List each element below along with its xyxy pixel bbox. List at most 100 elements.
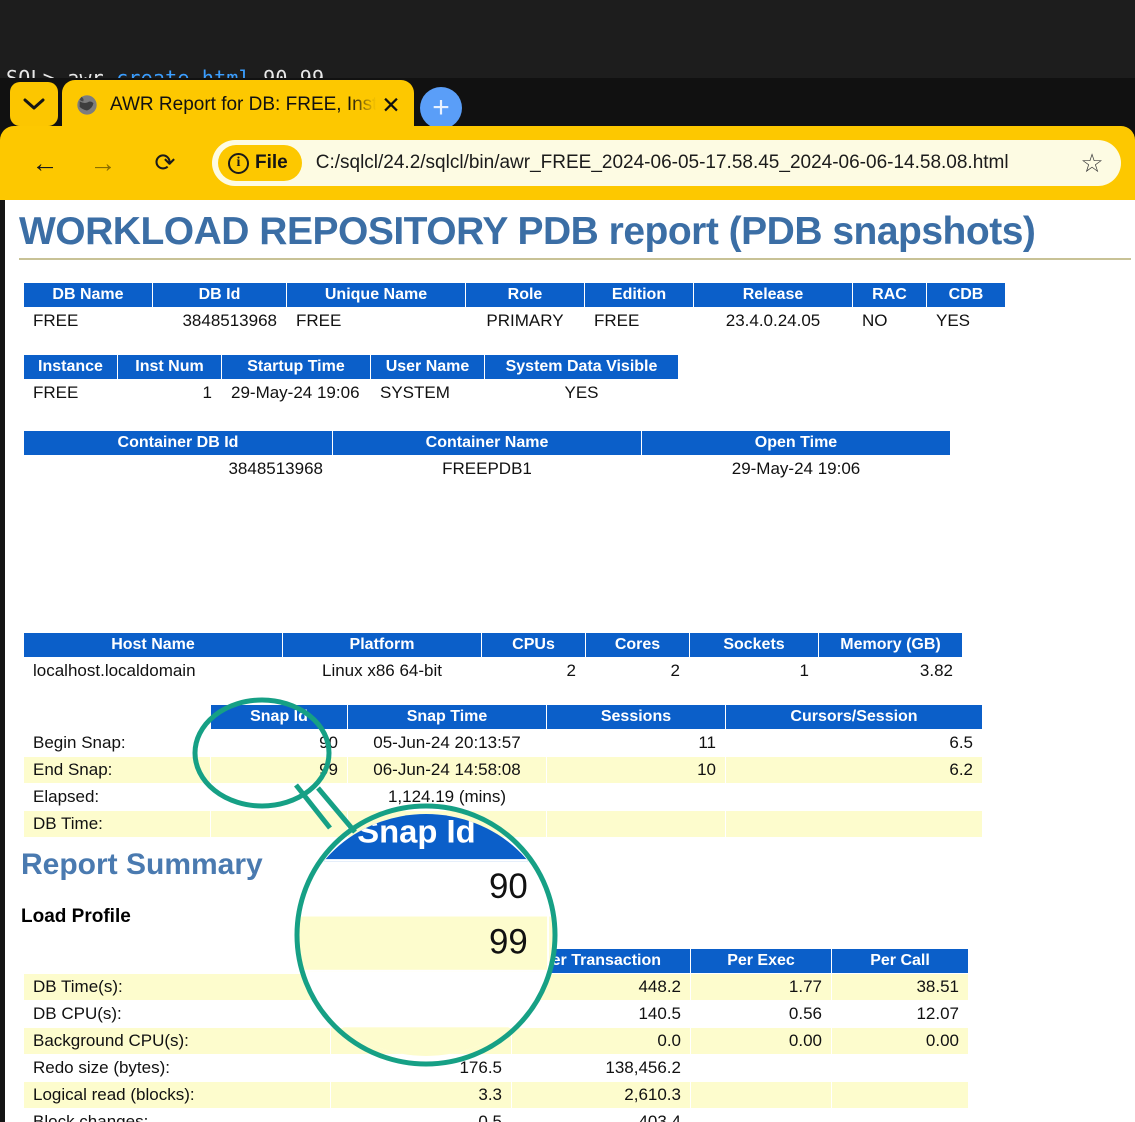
column-header: Per Exec (690, 948, 832, 974)
page-viewport: WORKLOAD REPOSITORY PDB report (PDB snap… (0, 200, 1135, 1122)
column-header: Startup Time (221, 354, 371, 380)
table-cell: 138,456.2 (511, 1054, 691, 1082)
close-tab-icon[interactable]: ✕ (378, 92, 404, 118)
terminal-output: SQL> awr create html 90 99 Report writte… (0, 0, 1135, 177)
bookmark-star-icon[interactable]: ☆ (1071, 148, 1113, 179)
table-row (297, 1025, 555, 1056)
container-info-table-block: Container DB Id Container Name Open Time 3… (23, 430, 951, 483)
title-divider (19, 258, 1131, 260)
table-cell: Block changes: (23, 1108, 331, 1122)
table-cell: 0.00 (831, 1027, 969, 1055)
address-bar[interactable]: i File C:/sqlcl/24.2/sqlcl/bin/awr_FREE_… (212, 140, 1121, 186)
host-info-table: Host Name Platform CPUs Cores Sockets Memory … (23, 632, 963, 685)
container-info-table: Container DB Id Container Name Open Time 3… (23, 430, 951, 483)
table-cell: 06-Jun-24 14:58:08 (347, 756, 547, 784)
screenshot-root: SQL> awr create html 90 99 Report writte… (0, 0, 1135, 1122)
column-header: RAC (852, 282, 927, 308)
magnified-col-blank (546, 814, 555, 862)
column-header: Role (465, 282, 585, 308)
table-cell: PRIMARY (465, 307, 585, 335)
table-cell: 6.5 (725, 729, 983, 757)
table-cell: 1,124.19 (mins) (347, 783, 547, 811)
column-header: CDB (926, 282, 1006, 308)
table-cell: 2 (585, 657, 690, 685)
table-header-row: DB Name DB Id Unique Name Role Edition Releas… (23, 282, 1006, 308)
magnifier-lens: Snap Id 90 99 (297, 814, 555, 1056)
forward-button[interactable]: → (80, 140, 126, 186)
browser-chrome: AWR Report for DB: FREE, Inst: F ✕ + ← →… (0, 78, 1135, 200)
tab-search-button[interactable] (10, 82, 58, 126)
table-cell (546, 810, 726, 838)
table-row: 3848513968 FREEPDB1 29-May-24 19:06 (23, 455, 951, 483)
table-cell (725, 810, 983, 838)
table-cell: 99 (210, 756, 348, 784)
magnified-elapsed-blank (297, 969, 549, 1028)
file-scheme-label: File (255, 152, 288, 173)
reload-button[interactable]: ⟳ (142, 140, 188, 186)
table-cell: 176.5 (330, 1054, 512, 1082)
table-cell: YES (484, 379, 679, 407)
table-cell: 0.5 (330, 1108, 512, 1122)
table-cell: DB CPU(s): (23, 1000, 331, 1028)
new-tab-button[interactable]: + (420, 87, 462, 129)
table-cell (690, 1081, 832, 1109)
column-header: DB Name (23, 282, 153, 308)
host-info-table-block: Host Name Platform CPUs Cores Sockets Memory … (23, 632, 963, 685)
table-cell: 3848513968 (152, 307, 287, 335)
column-header: Snap Time (347, 704, 547, 730)
table-cell: YES (926, 307, 1006, 335)
back-button[interactable]: ← (22, 140, 68, 186)
table-cell (546, 783, 726, 811)
table-cell: SYSTEM (370, 379, 485, 407)
table-cell: FREE (23, 307, 153, 335)
magnified-elapsed-blank2 (546, 969, 555, 1028)
column-header: Unique Name (286, 282, 466, 308)
magnified-table-body: 90 99 (297, 859, 555, 1056)
table-cell (831, 1081, 969, 1109)
table-header-row: Instance Inst Num Startup Time User Name Sys… (23, 354, 679, 380)
table-header-row: Host Name Platform CPUs Cores Sockets Memory … (23, 632, 963, 658)
table-row: 99 (297, 914, 555, 972)
table-cell (831, 1054, 969, 1082)
table-cell: Elapsed: (23, 783, 211, 811)
column-header: Memory (GB) (818, 632, 963, 658)
column-header: Host Name (23, 632, 283, 658)
table-row: Block changes: 0.5 403.4 (23, 1108, 969, 1122)
table-cell: 0.00 (690, 1027, 832, 1055)
table-cell: 05-Jun-24 20:13:57 (347, 729, 547, 757)
column-header: DB Id (152, 282, 287, 308)
table-cell: 3848513968 (23, 455, 333, 483)
page-title: WORKLOAD REPOSITORY PDB report (PDB snap… (19, 210, 1036, 253)
tab-strip: AWR Report for DB: FREE, Inst: F ✕ + (0, 78, 1135, 130)
table-cell: 2,610.3 (511, 1081, 691, 1109)
table-cell: 12.07 (831, 1000, 969, 1028)
column-header: Sessions (546, 704, 726, 730)
info-circle-icon: i (228, 152, 249, 174)
table-row: Logical read (blocks): 3.3 2,610.3 (23, 1081, 969, 1109)
table-header-row: Snap Id (297, 814, 555, 862)
table-cell: FREE (23, 379, 118, 407)
table-cell: DB Time: (23, 810, 211, 838)
column-header (24, 949, 331, 974)
column-header: Container Name (332, 430, 642, 456)
browser-tab-title: AWR Report for DB: FREE, Inst: F (110, 94, 376, 116)
file-scheme-chip[interactable]: i File (218, 145, 302, 181)
awr-report-document: WORKLOAD REPOSITORY PDB report (PDB snap… (5, 200, 1135, 1122)
table-cell: NO (852, 307, 927, 335)
table-row: 90 (297, 859, 555, 917)
column-header: CPUs (481, 632, 586, 658)
column-header: Cursors/Session (725, 704, 983, 730)
browser-tab[interactable]: AWR Report for DB: FREE, Inst: F ✕ (62, 80, 414, 130)
load-profile-heading: Load Profile (21, 906, 131, 927)
column-header: Release (693, 282, 853, 308)
table-cell: 403.4 (511, 1108, 691, 1122)
url-text[interactable]: C:/sqlcl/24.2/sqlcl/bin/awr_FREE_2024-06… (316, 152, 1071, 174)
table-cell: 10 (546, 756, 726, 784)
table-cell: 29-May-24 19:06 (221, 379, 371, 407)
table-cell: End Snap: (23, 756, 211, 784)
table-cell: 38.51 (831, 973, 969, 1001)
globe-favicon-icon (77, 95, 97, 115)
magnified-end-snap-id: 99 (297, 914, 549, 972)
column-header: System Data Visible (484, 354, 679, 380)
table-cell: 6.2 (725, 756, 983, 784)
